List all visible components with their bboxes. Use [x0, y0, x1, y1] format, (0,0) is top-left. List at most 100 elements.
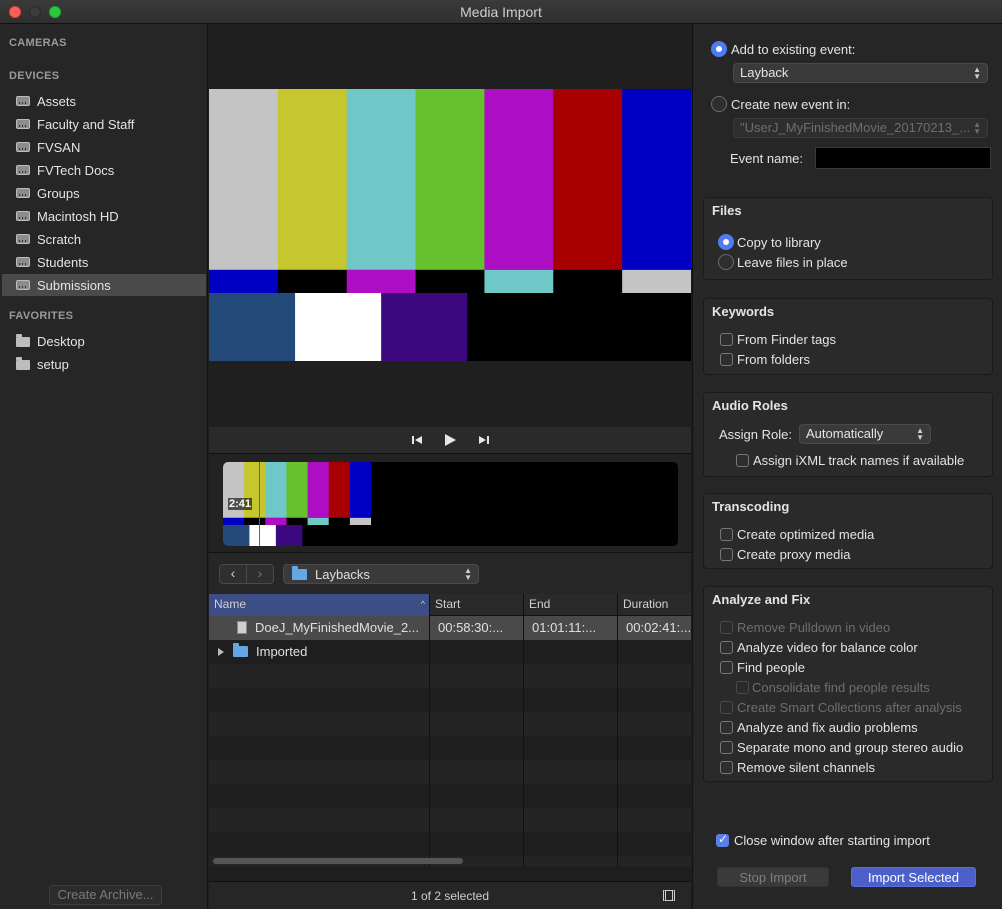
column-header-end[interactable]: End	[524, 594, 618, 616]
clip-duration-label: 2:41	[228, 498, 253, 510]
create-new-event-radio[interactable]	[711, 96, 727, 112]
sidebar-item-label: Macintosh HD	[37, 208, 119, 224]
color-bar	[209, 89, 279, 270]
previous-frame-button[interactable]	[410, 433, 424, 447]
table-cell-start: 00:58:30:...	[438, 620, 504, 635]
title-bar: Media Import	[0, 0, 1002, 24]
table-cell-end: 01:01:11:...	[532, 620, 597, 635]
sidebar-item-scratch[interactable]: Scratch	[2, 228, 206, 250]
column-divider	[617, 616, 618, 866]
sidebar-item-assets[interactable]: Assets	[2, 90, 206, 112]
folder-icon	[16, 357, 30, 370]
drive-icon	[16, 119, 30, 129]
column-header-name[interactable]: Name ^	[209, 594, 430, 616]
import-selected-button[interactable]: Import Selected	[851, 867, 976, 887]
drive-icon	[16, 142, 30, 152]
color-bar	[415, 269, 485, 293]
back-button[interactable]: ‹	[220, 565, 246, 583]
sidebar-item-label: Desktop	[37, 333, 85, 349]
forward-button[interactable]: ›	[246, 565, 273, 583]
mono-stereo-checkbox[interactable]	[720, 741, 733, 754]
drive-icon	[16, 234, 30, 244]
consolidate-people-checkbox[interactable]	[736, 681, 749, 694]
sidebar-item-label: Scratch	[37, 231, 82, 247]
sidebar-item-submissions[interactable]: Submissions	[2, 274, 206, 296]
leave-files-in-place-radio[interactable]	[718, 254, 734, 270]
sidebar-item-macintosh-hd[interactable]: Macintosh HD	[2, 205, 206, 227]
assign-ixml-label: Assign iXML track names if available	[753, 453, 965, 468]
sidebar-item-fvsan[interactable]: FVSAN	[2, 136, 206, 158]
table-header: Name ^ Start End Duration	[209, 594, 691, 616]
color-bar	[484, 269, 554, 293]
filmstrip[interactable]: 2:41	[223, 462, 678, 546]
color-bar	[286, 462, 309, 518]
color-bar	[265, 462, 287, 518]
assign-role-popup[interactable]: Automatically ▲ ▼	[799, 424, 931, 444]
new-event-library-popup[interactable]: "UserJ_MyFinishedMovie_20170213_... ▲ ▼	[733, 118, 988, 138]
balance-color-checkbox[interactable]	[720, 641, 733, 654]
table-row	[209, 832, 691, 856]
color-bar	[346, 89, 417, 270]
table-cell-name: Imported	[218, 640, 428, 664]
sidebar-item-groups[interactable]: Groups	[2, 182, 206, 204]
table-row[interactable]: Imported	[209, 640, 691, 664]
find-people-label: Find people	[737, 660, 805, 675]
keywords-group: Keywords From Finder tags From folders	[703, 298, 993, 375]
color-bar	[553, 269, 623, 293]
color-bars-image	[209, 89, 691, 361]
sidebar-item-setup[interactable]: setup	[2, 353, 206, 375]
folder-icon	[292, 565, 307, 580]
close-window-checkbox[interactable]	[716, 832, 729, 847]
skimmer-playhead[interactable]	[259, 462, 260, 546]
color-bar	[302, 525, 326, 546]
remove-silent-channels-checkbox[interactable]	[720, 761, 733, 774]
sidebar-item-students[interactable]: Students	[2, 251, 206, 273]
popup-arrows-icon: ▲ ▼	[464, 566, 472, 582]
remove-pulldown-checkbox[interactable]	[720, 621, 733, 634]
folder-icon	[16, 334, 30, 347]
assign-ixml-checkbox[interactable]	[736, 454, 749, 467]
color-bar	[616, 293, 691, 361]
create-proxy-media-checkbox[interactable]	[720, 548, 733, 561]
color-bar	[622, 269, 691, 293]
event-name-field[interactable]	[815, 147, 991, 169]
column-header-duration[interactable]: Duration	[618, 594, 691, 616]
audio-problems-checkbox[interactable]	[720, 721, 733, 734]
color-bar	[286, 517, 309, 525]
existing-event-popup[interactable]: Layback ▲ ▼	[733, 63, 988, 83]
color-bar	[307, 517, 330, 525]
table-row	[209, 808, 691, 832]
column-header-start[interactable]: Start	[430, 594, 524, 616]
sidebar-item-label: setup	[37, 356, 69, 372]
create-optimized-media-checkbox[interactable]	[720, 528, 733, 541]
horizontal-scrollbar[interactable]	[213, 858, 463, 864]
balance-color-label: Analyze video for balance color	[737, 640, 918, 655]
color-bar	[249, 525, 277, 546]
folder-popup[interactable]: Laybacks ▲ ▼	[283, 564, 479, 584]
create-new-event-label: Create new event in:	[731, 97, 851, 112]
from-folders-checkbox[interactable]	[720, 353, 733, 366]
play-button[interactable]	[443, 433, 457, 447]
sidebar-item-label: FVSAN	[37, 139, 81, 155]
add-existing-event-radio[interactable]	[711, 41, 727, 57]
smart-collections-checkbox[interactable]	[720, 701, 733, 714]
table-row[interactable]: DoeJ_MyFinishedMovie_2... 00:58:30:... 0…	[209, 616, 691, 640]
sidebar-item-faculty-and-staff[interactable]: Faculty and Staff	[2, 113, 206, 135]
next-frame-button[interactable]	[477, 433, 491, 447]
disclosure-triangle-icon[interactable]	[218, 648, 224, 656]
from-finder-tags-checkbox[interactable]	[720, 333, 733, 346]
filmstrip-area: 2:41	[209, 453, 691, 552]
color-bar	[553, 89, 623, 270]
color-bar	[275, 525, 303, 546]
skip-back-icon	[412, 436, 422, 444]
color-bar	[277, 89, 348, 270]
sidebar-item-label: Students	[37, 254, 89, 270]
create-archive-button[interactable]: Create Archive...	[49, 885, 162, 905]
sidebar-item-desktop[interactable]: Desktop	[2, 330, 206, 352]
sidebar-item-fvtech-docs[interactable]: FVTech Docs	[2, 159, 206, 181]
stop-import-button[interactable]: Stop Import	[717, 867, 829, 887]
sidebar-item-label: Submissions	[37, 277, 111, 293]
filmstrip-view-icon[interactable]	[663, 890, 675, 901]
find-people-checkbox[interactable]	[720, 661, 733, 674]
copy-to-library-radio[interactable]	[718, 234, 734, 250]
